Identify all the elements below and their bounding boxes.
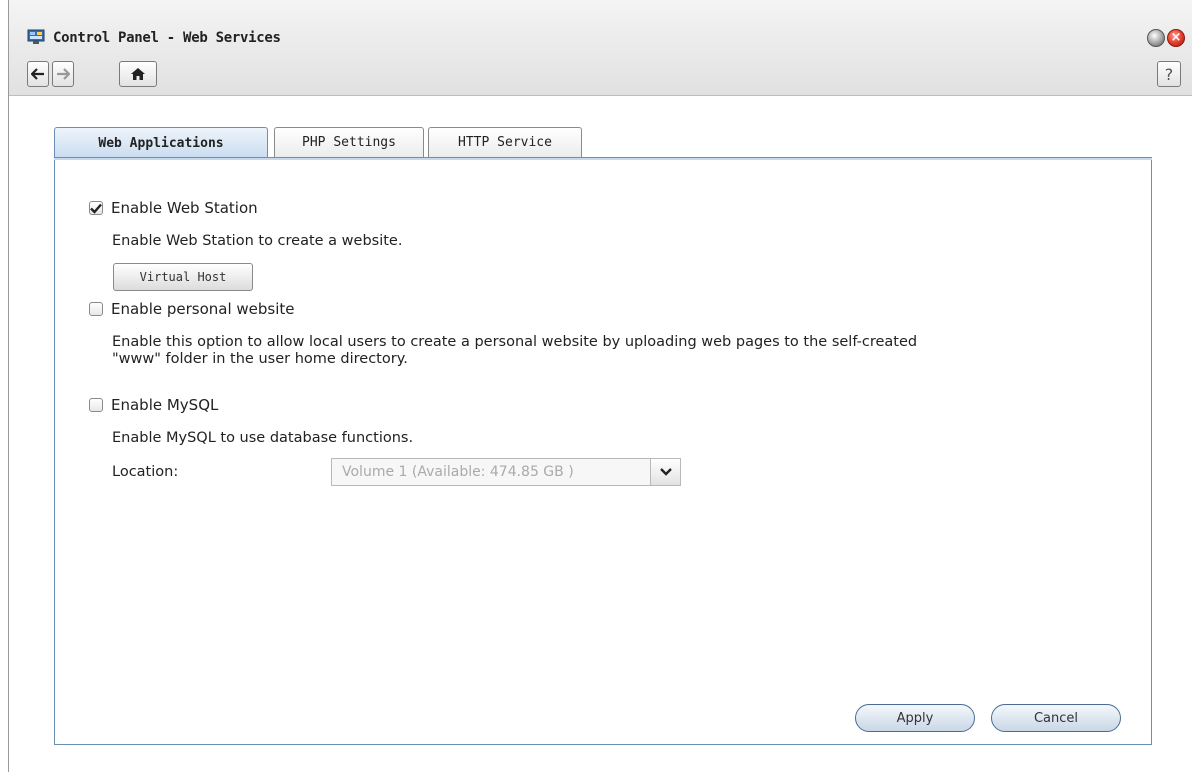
tab-php-settings[interactable]: PHP Settings: [274, 127, 424, 157]
help-button[interactable]: ?: [1157, 61, 1181, 87]
enable-web-station-row[interactable]: Enable Web Station: [89, 199, 258, 217]
location-select-value: Volume 1 (Available: 474.85 GB ): [342, 464, 574, 480]
arrow-right-icon: [57, 68, 70, 80]
close-button[interactable]: ×: [1167, 29, 1185, 47]
web-station-description: Enable Web Station to create a website.: [112, 233, 403, 249]
title-bar: Control Panel - Web Services × ?: [9, 0, 1192, 96]
window-title: Control Panel - Web Services: [53, 30, 281, 46]
location-select[interactable]: Volume 1 (Available: 474.85 GB ): [331, 458, 681, 486]
arrow-left-icon: [31, 68, 44, 80]
home-icon: [131, 68, 145, 80]
enable-web-station-label: Enable Web Station: [111, 199, 258, 217]
tab-web-applications[interactable]: Web Applications: [54, 127, 268, 158]
home-button[interactable]: [119, 61, 157, 87]
apply-button[interactable]: Apply: [855, 704, 975, 732]
location-label: Location:: [112, 464, 179, 480]
mysql-description: Enable MySQL to use database functions.: [112, 430, 414, 446]
virtual-host-button[interactable]: Virtual Host: [113, 263, 253, 291]
back-button[interactable]: [27, 61, 49, 87]
chevron-down-icon[interactable]: [650, 459, 680, 485]
enable-mysql-checkbox[interactable]: [89, 398, 103, 412]
enable-personal-website-checkbox[interactable]: [89, 302, 103, 316]
enable-mysql-row[interactable]: Enable MySQL: [89, 396, 218, 414]
enable-personal-website-row[interactable]: Enable personal website: [89, 300, 295, 318]
tab-http-service[interactable]: HTTP Service: [428, 127, 582, 157]
web-applications-panel: Enable Web Station Enable Web Station to…: [54, 160, 1152, 745]
close-icon: ×: [1170, 30, 1182, 45]
help-icon: ?: [1164, 64, 1174, 84]
personal-website-description-line1: Enable this option to allow local users …: [112, 334, 918, 350]
minimize-button[interactable]: [1147, 29, 1165, 47]
checkmark-icon: [90, 203, 102, 214]
personal-website-description-line2: "www" folder in the user home directory.: [112, 351, 408, 367]
enable-web-station-checkbox[interactable]: [89, 201, 103, 215]
control-panel-icon: [27, 29, 45, 44]
enable-personal-website-label: Enable personal website: [111, 300, 295, 318]
enable-mysql-label: Enable MySQL: [111, 396, 219, 414]
cancel-button[interactable]: Cancel: [991, 704, 1121, 732]
forward-button[interactable]: [52, 61, 74, 87]
